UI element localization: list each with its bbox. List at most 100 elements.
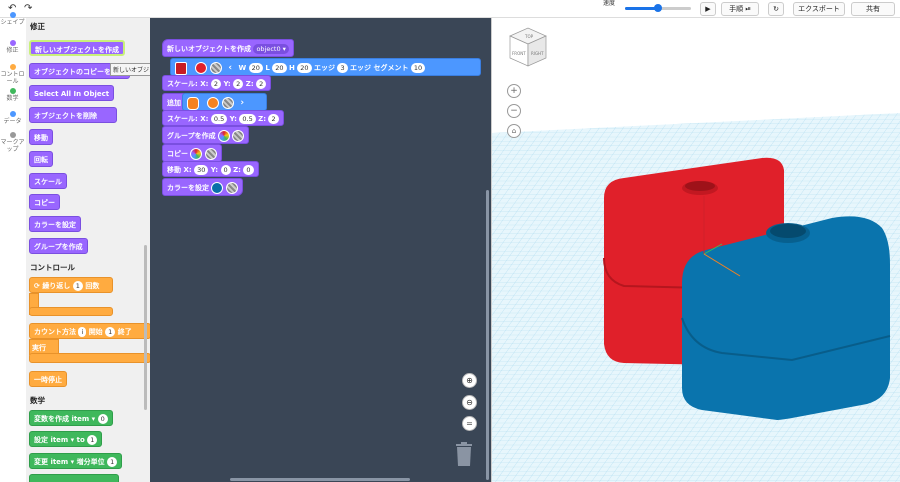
viewport-home-button[interactable]: ⌂ [507,124,521,138]
shape-w-label: W [238,64,247,72]
color-orange-swatch[interactable] [207,97,220,109]
category-item[interactable]: 修正 [0,40,25,54]
code-workspace[interactable]: 新しいオブジェクトを作成 object0 ▾ ‹ W 20 L 20 H 20 … [150,18,491,482]
palette-copy-block[interactable]: コピー [29,194,60,210]
set-value[interactable]: 1 [87,435,98,445]
redo-icon[interactable]: ↷ [24,3,32,14]
color-blue-swatch[interactable] [211,182,224,194]
ws-scale-block-2[interactable]: スケール: X: 0.5 Y: 0.5 Z: 2 [162,110,284,126]
palette-set-block[interactable]: 設定 item ▾ to 1 [29,431,103,447]
home-icon: ⌂ [511,127,517,135]
multicolor-icon[interactable] [218,130,231,142]
change-var-name[interactable]: item [50,458,68,466]
ws-box-shape-block[interactable]: ‹ W 20 L 20 H 20 エッジ 3 エッジ セグメント 10 [170,58,481,76]
palette-create-var-block[interactable]: 変数を作成 item ▾ 0 [29,410,113,426]
zoom-out-button[interactable]: ⊖ [462,395,477,410]
palette-set-color-block[interactable]: カラーを設定 [29,216,81,232]
view-cube[interactable]: TOP FRONT RIGHT [509,27,547,67]
palette-select-all-block[interactable]: Select All In Object [29,85,115,101]
ws-scale2-y[interactable]: 0.5 [239,114,256,124]
category-item[interactable]: コントロール [0,64,25,85]
palette-rotate-block[interactable]: 回転 [29,151,53,167]
count-start-value[interactable]: 1 [105,327,116,337]
palette-heading-control: コントロール [30,263,75,272]
viewport-zoom-out-button[interactable]: − [507,104,521,118]
box-shape-icon[interactable] [175,61,187,75]
ws-scale1-y[interactable]: 2 [233,79,244,89]
zoom-reset-button[interactable]: = [462,416,477,431]
ws-move-block[interactable]: 移動 X: 30 Y: 0 Z: 0 [162,161,259,177]
create-var-value[interactable]: 0 [97,414,108,424]
share-button[interactable]: 共有 [851,2,895,16]
ws-scale2-x-label: X: [200,115,209,123]
shape-h-value[interactable]: 20 [297,63,312,73]
palette-count-block[interactable]: カウント方法 i 開始 1 終了 [29,323,150,339]
ws-create-object-block[interactable]: 新しいオブジェクトを作成 object0 ▾ [162,39,294,57]
export-button[interactable]: エクスポート [793,2,845,16]
texture-icon[interactable] [232,130,245,142]
ws-move-z[interactable]: 0 [243,165,254,175]
palette-scale-block[interactable]: スケール [29,173,67,189]
reset-button[interactable]: ↻ [768,2,784,16]
zoom-in-button[interactable]: ⊕ [462,373,477,388]
3d-viewport[interactable]: TOP FRONT RIGHT + − ⌂ [491,18,900,482]
palette-change-block[interactable]: 変更 item ▾ 増分単位 1 [29,453,123,469]
palette-delete-object-block[interactable]: オブジェクトを削除 [29,107,117,123]
palette-move-block[interactable]: 移動 [29,129,53,145]
multicolor-icon[interactable] [190,148,203,160]
ws-scale1-z[interactable]: 2 [256,79,267,89]
ws-scale1-x[interactable]: 2 [210,79,222,89]
set-var-name[interactable]: item [50,436,68,444]
palette-pause-block[interactable]: 一時停止 [29,371,67,387]
viewport-zoom-in-button[interactable]: + [507,84,521,98]
ws-scale2-z[interactable]: 2 [268,114,279,124]
ws-cylinder-shape-block[interactable]: › [182,93,267,111]
3d-scene[interactable]: TOP FRONT RIGHT [492,18,900,482]
color-red-swatch[interactable] [195,62,208,74]
ws-scale2-x[interactable]: 0.5 [210,114,228,124]
shape-w-value[interactable]: 20 [248,63,263,73]
ws-scale-block-1[interactable]: スケール: X: 2 Y: 2 Z: 2 [162,75,272,91]
block-palette: 修正 新しいオブジェクトを作成 オブジェクトのコピーを追加 Select All… [26,18,150,482]
texture-icon[interactable] [209,62,222,74]
repeat-icon: ⟳ [34,282,40,290]
category-item[interactable]: 数学 [0,88,25,102]
palette-group-block[interactable]: グループを作成 [29,238,88,254]
ws-move-y[interactable]: 0 [220,165,231,175]
palette-scrollbar[interactable] [144,245,147,410]
ws-copy-block[interactable]: コピー [162,144,222,162]
palette-repeat-block[interactable]: ⟳ 繰り返し 1 回数 [29,277,113,293]
palette-math-block[interactable] [29,474,119,482]
shape-l-value[interactable]: 20 [272,63,287,73]
cylinder-shape-icon[interactable] [187,96,199,110]
ws-move-x[interactable]: 30 [194,165,209,175]
palette-create-object-block[interactable]: 新しいオブジェクトを作成 [29,40,125,56]
ws-move-x-label: X: [183,166,192,174]
step-button[interactable]: 手順 ⏯ [721,2,759,16]
chevron-left-icon[interactable]: ‹ [228,63,232,73]
change-value[interactable]: 1 [107,457,118,467]
texture-icon[interactable] [225,182,238,194]
plus-icon: + [510,86,518,96]
ws-object-name-dropdown[interactable]: object0 ▾ [253,44,289,54]
workspace-vertical-scrollbar[interactable] [486,190,489,480]
category-item[interactable]: シェイプ [0,12,25,26]
category-item[interactable]: データ [0,111,25,125]
texture-icon[interactable] [221,97,234,109]
repeat-count[interactable]: 1 [72,281,83,291]
category-item[interactable]: マークアップ [0,132,25,153]
play-button[interactable]: ▶ [700,2,716,16]
texture-icon[interactable] [204,148,217,160]
chevron-right-icon[interactable]: › [240,98,244,108]
ws-group-block[interactable]: グループを作成 [162,126,250,144]
speed-slider[interactable] [625,4,691,12]
speed-slider-knob[interactable] [654,4,662,12]
edge-seg-value[interactable]: 10 [410,63,426,73]
count-var[interactable]: i [78,327,87,337]
ws-set-color-block[interactable]: カラーを設定 [162,178,243,196]
create-var-name[interactable]: item [71,415,89,423]
trash-icon[interactable] [455,442,473,466]
workspace-horizontal-scrollbar[interactable] [230,478,410,481]
edge-value[interactable]: 3 [337,63,348,73]
category-label: 数学 [6,95,19,102]
